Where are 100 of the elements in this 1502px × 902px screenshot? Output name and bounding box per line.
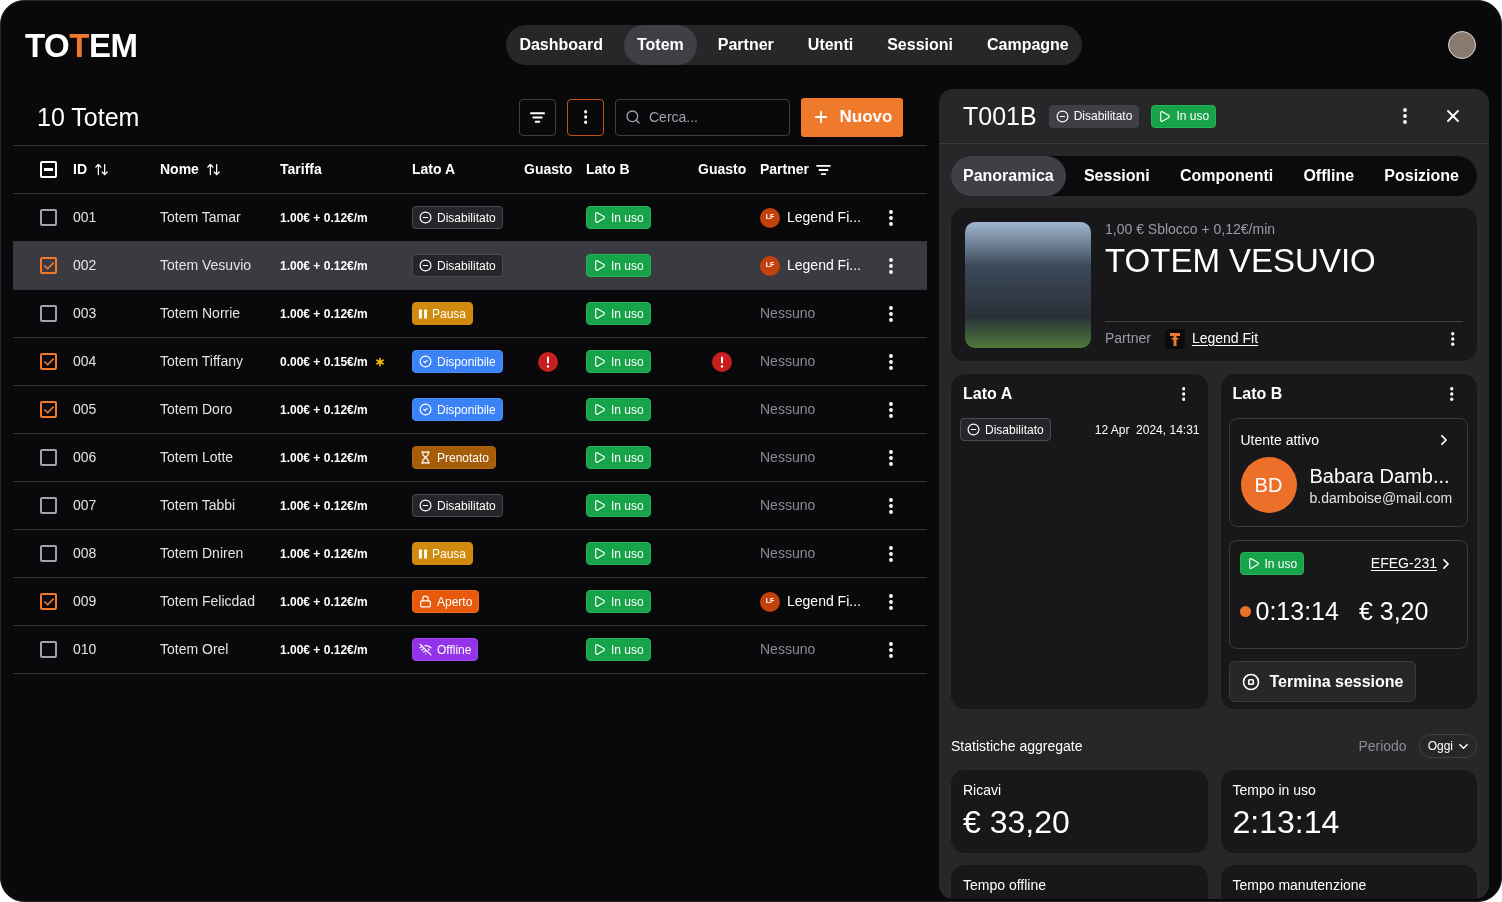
nav-tab[interactable]: Totem [624,25,697,65]
more-icon [889,449,893,466]
table-cell-text: 002 [73,256,97,275]
status-badge: In uso [586,446,651,469]
row-checkbox[interactable] [40,353,57,370]
table-cell-text: 1.00€ + 0.12€/m [280,545,368,563]
end-session-button[interactable]: Termina sessione [1228,661,1417,702]
table-cell-text: Totem Norrie [160,304,241,323]
table-row[interactable]: 007 Totem Tabbi 1.00€ + 0.12€/m Disabilitato In uso Nessuno [13,482,927,530]
play-icon [593,547,606,560]
filter-button[interactable] [519,98,556,136]
minus-circle-icon [419,259,432,272]
status-badge: Prenotato [412,446,497,469]
table-row[interactable]: 010 Totem Orel 1.00€ + 0.12€/m Offline In uso Nessuno [13,626,927,674]
column-header[interactable]: ID [73,159,109,180]
status-badge: In uso [586,206,651,229]
row-checkbox[interactable] [40,209,57,226]
status-badge: In uso [586,590,651,613]
status-badge: In uso [586,302,651,325]
status-badge: Disabilitato [960,418,1051,441]
logo[interactable]: TOTEM [25,28,138,62]
status-badge: In uso [1239,552,1305,575]
more-icon [889,257,893,274]
play-icon [593,499,606,512]
row-checkbox[interactable] [40,449,57,466]
table-cell-text: 007 [73,496,97,515]
status-badge: Disabilitato [1048,104,1140,128]
stat-label: Tempo in uso [1232,781,1317,800]
tab[interactable]: Posizione [1372,156,1471,196]
side-title: Lato A [963,384,1013,404]
detail-title: T001B [963,103,1037,129]
select-all-checkbox[interactable] [40,161,57,178]
status-date: 12 Apr 2024, 14:31 [1094,421,1200,439]
rate-text: 1,00 € Sblocco + 0,12€/min [1105,220,1277,239]
table-cell-text: Totem Dniren [160,544,244,563]
minus-icon [44,168,53,171]
table-row[interactable]: 004 Totem Tiffany 0.00€ + 0.15€/m Disponibile In uso Nessuno [13,338,927,386]
status-badge: Offline [412,638,479,661]
row-checkbox[interactable] [40,593,57,610]
row-checkbox[interactable] [40,305,57,322]
row-checkbox[interactable] [40,497,57,514]
column-header[interactable]: Nome [160,159,221,180]
table-cell-text: 001 [73,208,97,227]
table-cell-text: 006 [73,448,97,467]
row-checkbox[interactable] [40,257,57,274]
row-checkbox[interactable] [40,545,57,562]
chevron-right-icon [1441,435,1447,445]
table-cell-text: 1.00€ + 0.12€/m [280,593,368,611]
minus-circle-icon [1055,109,1069,123]
status-badge: In uso [1151,104,1217,128]
card-heading: Utente attivo [1240,430,1320,450]
table-cell-text: 1.00€ + 0.12€/m [280,497,368,515]
check-icon [43,597,54,606]
play-icon [593,355,606,368]
more-icon [889,545,893,562]
tab[interactable]: Offline [1291,156,1367,196]
status-badge: Disponibile [412,350,503,373]
table-cell-text: Totem Doro [160,400,233,419]
nav-tab[interactable]: Utenti [794,25,867,65]
play-icon [593,211,606,224]
nav-tab[interactable]: Partner [704,25,787,65]
partner-link[interactable]: Legend Fit [1191,328,1259,349]
session-link[interactable]: EFEG-231 [1370,553,1449,574]
more-icon [889,401,893,418]
more-icon [889,305,893,322]
column-header[interactable]: Partner [760,159,832,180]
nav-tab[interactable]: Sessioni [874,25,966,65]
more-icon [1451,331,1455,346]
table-cell-text: 1.00€ + 0.12€/m [280,305,368,323]
play-icon [593,595,606,608]
nav-tab[interactable]: Dashboard [506,25,616,65]
row-checkbox[interactable] [40,641,57,658]
column-header: Guasto [698,160,747,179]
lock-icon [419,595,432,608]
check-icon [43,261,54,270]
active-user-card[interactable]: Utente attivo BD Babara Damb... b.damboise@mail.com [1228,418,1468,527]
table-cell-text: 1.00€ + 0.12€/m [280,401,368,419]
nav-tab[interactable]: Campagne [973,25,1082,65]
row-checkbox[interactable] [40,401,57,418]
table-cell-text: Totem Tabbi [160,496,236,515]
table-row[interactable]: 006 Totem Lotte 1.00€ + 0.12€/m Prenotato In uso Nessuno [13,434,927,482]
play-icon [593,403,606,416]
period-label: Periodo [1358,736,1407,756]
search-field[interactable]: Cerca... [615,98,790,136]
sort-icon [205,162,221,177]
stop-circle-icon [1241,672,1260,691]
table-cell-text: 004 [73,352,97,371]
chevron-down-icon [1459,743,1468,749]
user-name: Babara Damb... [1309,464,1451,489]
table-row[interactable]: 003 Totem Norrie 1.00€ + 0.12€/m Pausa In uso Nessuno [13,290,927,338]
more-icon [1403,108,1407,124]
user-avatar[interactable] [1448,31,1476,59]
tab[interactable]: Panoramica [951,156,1066,196]
tab[interactable]: Sessioni [1071,156,1162,196]
table-cell-text: Legend Fi... [787,592,861,611]
table-row[interactable]: 005 Totem Doro 1.00€ + 0.12€/m Disponibile In uso Nessuno [13,386,927,434]
status-badge: In uso [586,254,651,277]
tab[interactable]: Componenti [1167,156,1286,196]
table-row[interactable]: 008 Totem Dniren 1.00€ + 0.12€/m Pausa In uso Nessuno [13,530,927,578]
table-cell-text: 010 [73,640,97,659]
